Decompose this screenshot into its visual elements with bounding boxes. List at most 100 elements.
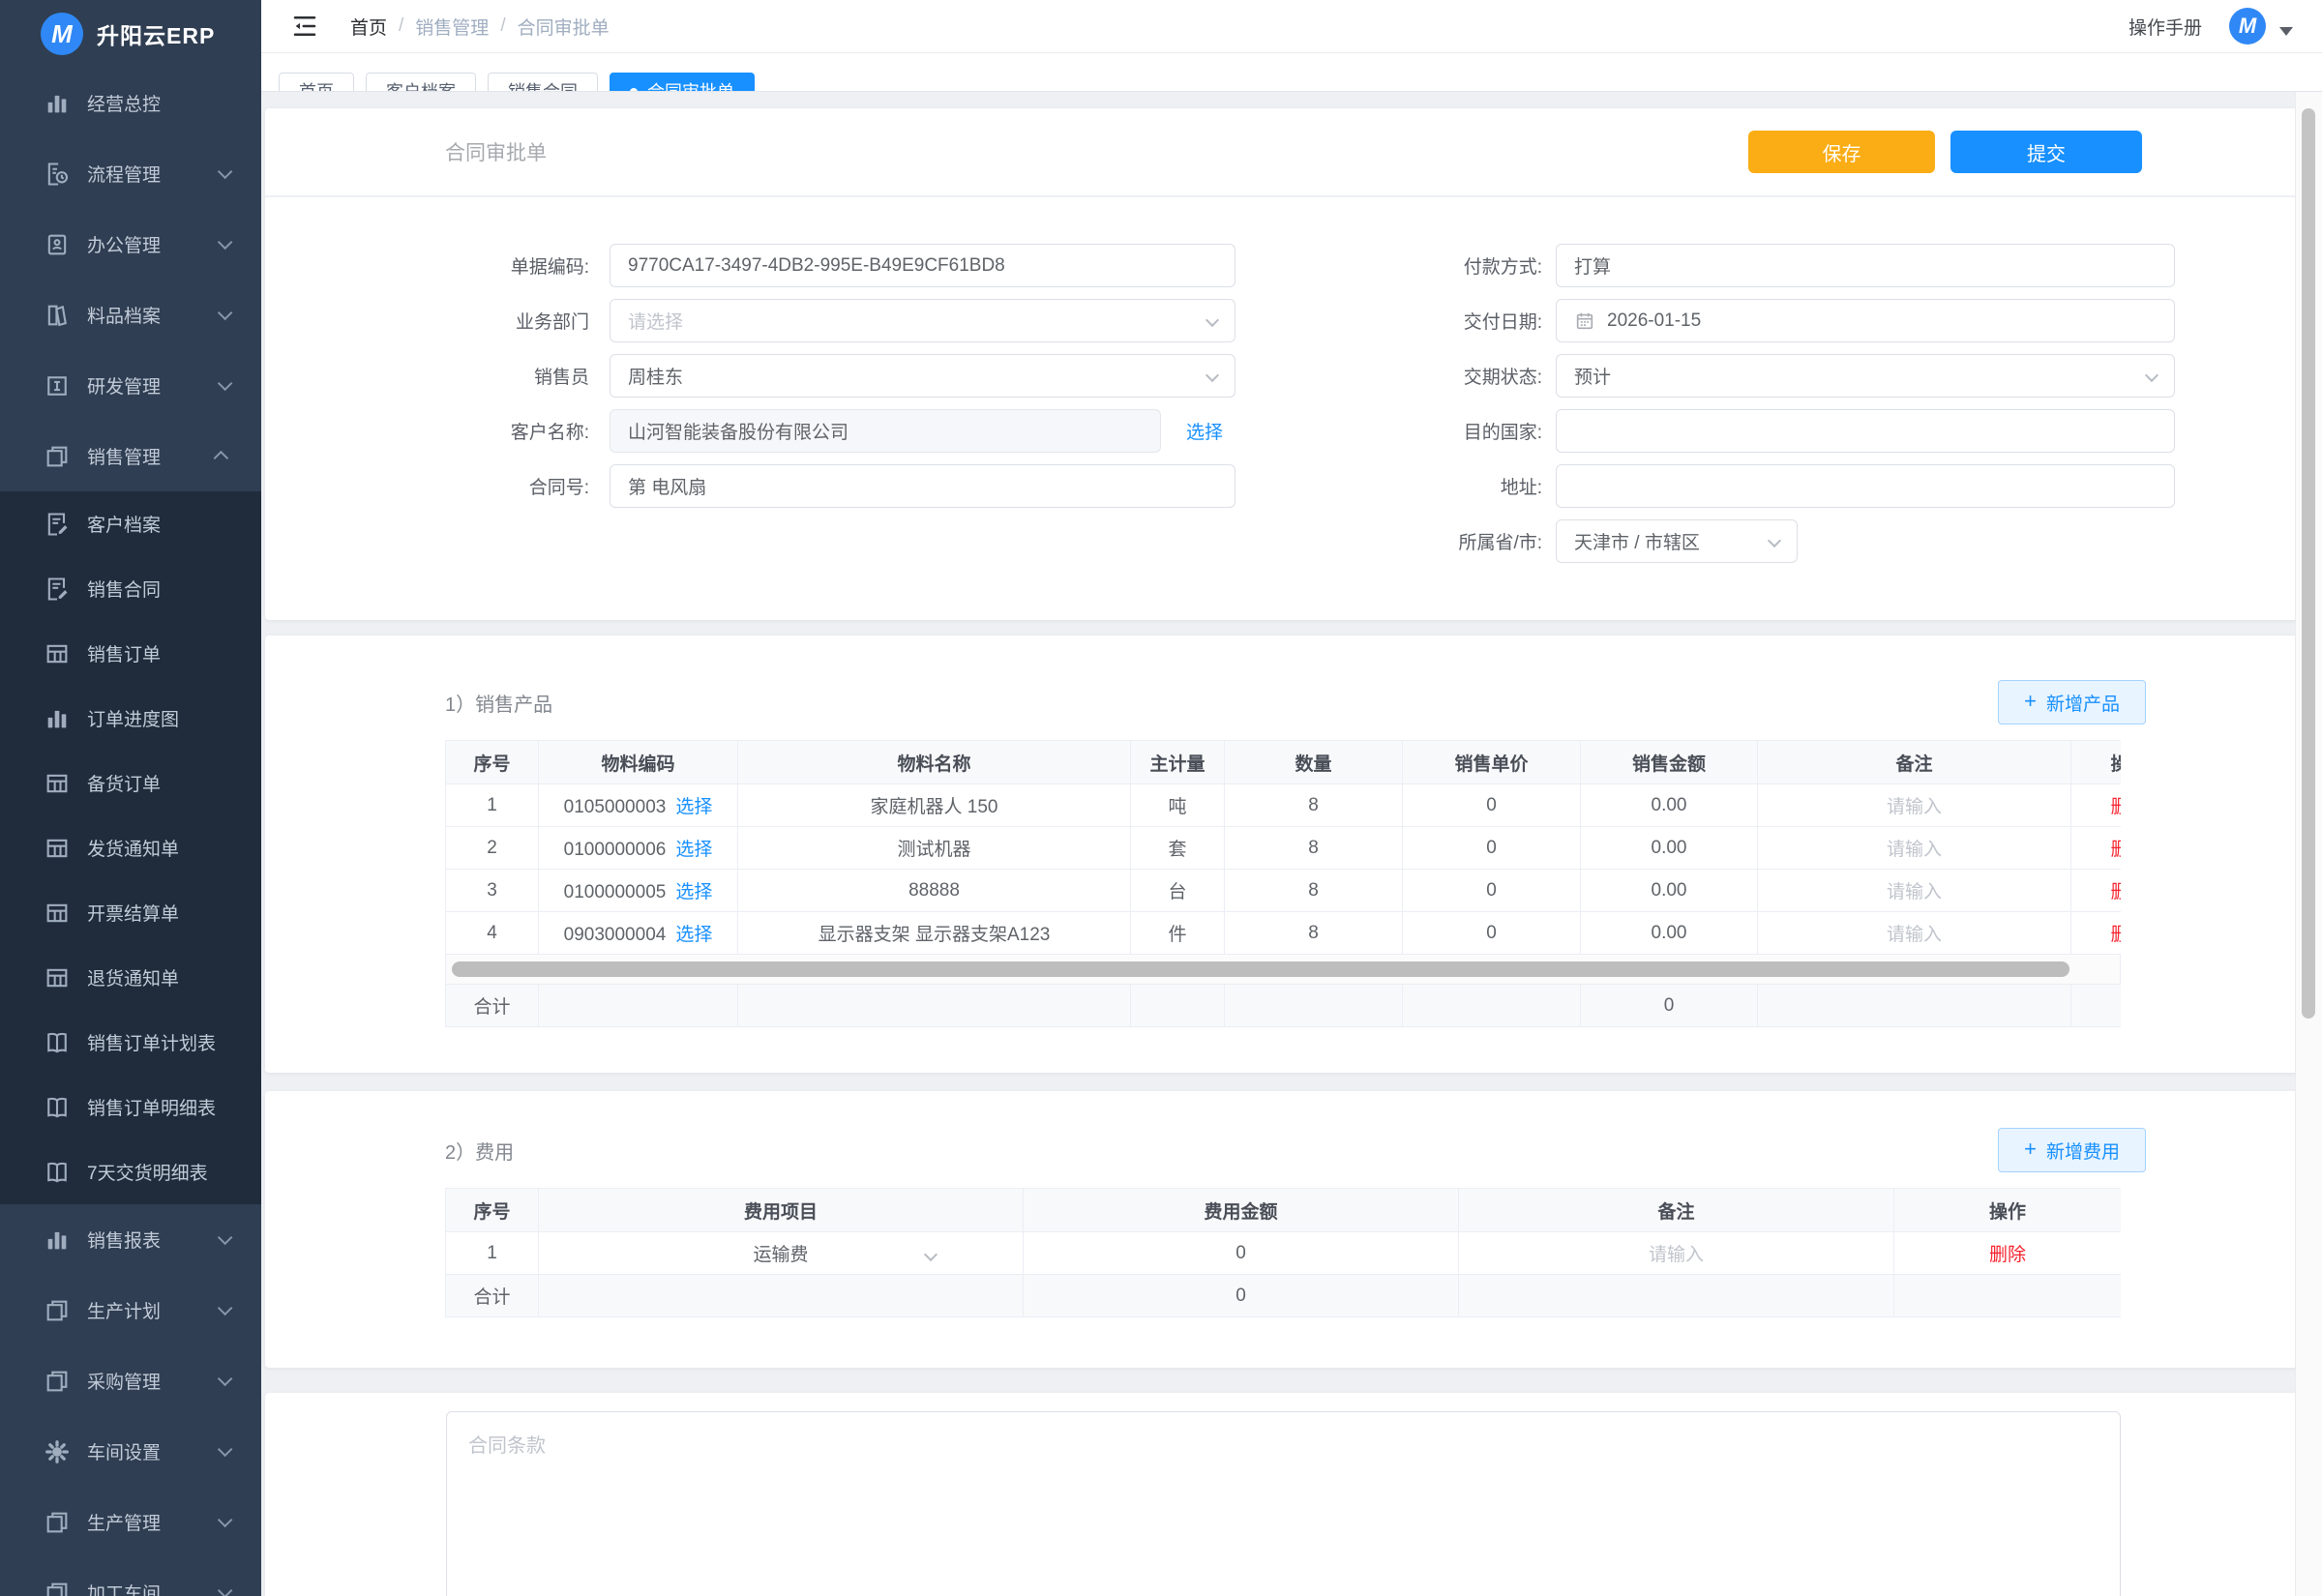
products-header: 1）销售产品 + 新增产品	[265, 635, 2316, 740]
delete-product-link[interactable]: 删除	[2071, 827, 2122, 870]
product-price[interactable]: 0	[1403, 870, 1581, 912]
products-card: 1）销售产品 + 新增产品 序号物料编码物料名称主计量数量销售单价销售金额备注操…	[265, 635, 2316, 1073]
delete-product-link[interactable]: 删除	[2071, 870, 2122, 912]
sidebar-item-5[interactable]: 销售管理	[0, 421, 261, 491]
product-qty[interactable]: 8	[1225, 870, 1403, 912]
tab-1[interactable]: 客户档案	[366, 73, 476, 92]
table-grid-icon	[44, 964, 71, 991]
input-field-right-3[interactable]	[1556, 409, 2175, 453]
product-note-input[interactable]: 请输入	[1758, 827, 2071, 870]
delete-fee-link[interactable]: 删除	[1894, 1232, 2122, 1275]
delete-product-link[interactable]: 删除	[2071, 784, 2122, 827]
add-product-button[interactable]: + 新增产品	[1998, 680, 2146, 724]
product-price[interactable]: 0	[1403, 912, 1581, 955]
sidebar-item-15[interactable]: 销售订单明细表	[0, 1075, 261, 1139]
sidebar-item-14[interactable]: 销售订单计划表	[0, 1010, 261, 1075]
input-field-right-1[interactable]: 2026-01-15	[1556, 299, 2175, 342]
product-note-input[interactable]: 请输入	[1758, 784, 2071, 827]
select-field-right-2[interactable]: 预计	[1556, 354, 2175, 398]
field-label: 单据编码:	[410, 252, 589, 279]
chart-bar-icon	[44, 705, 71, 732]
field-value: 天津市 / 市辖区	[1574, 528, 1700, 554]
input-field-left-4[interactable]: 第 电风扇	[610, 464, 1235, 508]
sidebar-item-4[interactable]: 研发管理	[0, 350, 261, 421]
submit-button[interactable]: 提交	[1950, 131, 2142, 173]
contract-terms-textarea[interactable]: 合同条款	[446, 1411, 2121, 1596]
fee-amount[interactable]: 0	[1024, 1232, 1459, 1275]
form-row: 合同号: 第 电风扇	[410, 464, 1235, 508]
select-field-right-5[interactable]: 天津市 / 市辖区	[1556, 519, 1798, 563]
select-field-left-2[interactable]: 周桂东	[610, 354, 1235, 398]
sidebar-item-16[interactable]: 7天交货明细表	[0, 1139, 261, 1204]
field-label: 所属省/市:	[1306, 528, 1542, 554]
tab-3[interactable]: 合同审批单	[610, 73, 755, 92]
product-qty[interactable]: 8	[1225, 912, 1403, 955]
breadcrumb-current: 合同审批单	[518, 14, 610, 40]
select-material-link[interactable]: 选择	[675, 797, 712, 817]
field-value: 打算	[1574, 252, 1611, 279]
sidebar-item-18[interactable]: 生产计划	[0, 1275, 261, 1345]
sidebar-item-21[interactable]: 生产管理	[0, 1487, 261, 1557]
chevron-down-icon	[218, 1301, 233, 1316]
select-field-left-1[interactable]: 请选择	[610, 299, 1235, 342]
table-grid-icon	[44, 640, 71, 667]
manual-link[interactable]: 操作手册	[2128, 14, 2202, 40]
open-book-icon	[44, 1159, 71, 1186]
tab-0[interactable]: 首页	[279, 73, 354, 92]
sidebar-item-label: 订单进度图	[87, 705, 179, 731]
sidebar-item-6[interactable]: 客户档案	[0, 491, 261, 556]
product-qty[interactable]: 8	[1225, 827, 1403, 870]
horizontal-scrollbar-thumb[interactable]	[452, 961, 2069, 977]
input-field-right-4[interactable]	[1556, 464, 2175, 508]
sidebar-item-10[interactable]: 备货订单	[0, 751, 261, 815]
user-avatar[interactable]: M	[2229, 8, 2266, 44]
chevron-down-icon	[218, 306, 233, 321]
sidebar-item-17[interactable]: 销售报表	[0, 1204, 261, 1275]
vertical-scrollbar-thumb[interactable]	[2302, 108, 2315, 1019]
save-button[interactable]: 保存	[1748, 131, 1935, 173]
sidebar-item-3[interactable]: 料品档案	[0, 280, 261, 350]
sidebar-item-22[interactable]: 加工车间	[0, 1557, 261, 1596]
products-col-header: 备注	[1758, 741, 2071, 784]
sidebar-item-7[interactable]: 销售合同	[0, 556, 261, 621]
select-material-link[interactable]: 选择	[675, 840, 712, 860]
breadcrumb-sales[interactable]: 销售管理	[415, 14, 489, 40]
tab-2[interactable]: 销售合同	[488, 73, 598, 92]
customer-pick-link[interactable]: 选择	[1186, 418, 1223, 444]
sidebar-item-0[interactable]: 经营总控	[0, 68, 261, 138]
input-field-left-3[interactable]: 山河智能装备股份有限公司	[610, 409, 1161, 453]
products-title: 1）销售产品	[445, 689, 552, 717]
sidebar-item-12[interactable]: 开票结算单	[0, 880, 261, 945]
input-field-right-0[interactable]: 打算	[1556, 244, 2175, 287]
user-caret-down-icon[interactable]	[2279, 27, 2293, 36]
fee-item-select[interactable]: 运输费	[539, 1232, 1024, 1275]
product-note-input[interactable]: 请输入	[1758, 870, 2071, 912]
add-fee-button[interactable]: + 新增费用	[1998, 1128, 2146, 1172]
product-qty[interactable]: 8	[1225, 784, 1403, 827]
sidebar-item-1[interactable]: 流程管理	[0, 138, 261, 209]
plus-icon: +	[2024, 689, 2037, 714]
product-price[interactable]: 0	[1403, 784, 1581, 827]
sidebar-item-8[interactable]: 销售订单	[0, 621, 261, 686]
delete-product-link[interactable]: 删除	[2071, 912, 2122, 955]
product-code: 0903000004选择	[539, 912, 738, 955]
sidebar-item-13[interactable]: 退货通知单	[0, 945, 261, 1010]
fee-note-input[interactable]: 请输入	[1459, 1232, 1894, 1275]
select-material-link[interactable]: 选择	[675, 925, 712, 945]
product-code: 0105000003选择	[539, 784, 738, 827]
input-field-left-0[interactable]: 9770CA17-3497-4DB2-995E-B49E9CF61BD8	[610, 244, 1235, 287]
select-material-link[interactable]: 选择	[675, 882, 712, 902]
sidebar-item-9[interactable]: 订单进度图	[0, 686, 261, 751]
product-price[interactable]: 0	[1403, 827, 1581, 870]
fees-total-row: 合计 0	[446, 1275, 2122, 1317]
sidebar-item-19[interactable]: 采购管理	[0, 1345, 261, 1416]
chevron-down-icon	[218, 1230, 233, 1246]
sidebar-item-2[interactable]: 办公管理	[0, 209, 261, 280]
menu-fold-icon[interactable]	[290, 12, 319, 41]
product-note-input[interactable]: 请输入	[1758, 912, 2071, 955]
breadcrumb-home[interactable]: 首页	[350, 14, 387, 40]
brand-logo-icon: M	[41, 13, 83, 55]
sidebar-item-20[interactable]: 车间设置	[0, 1416, 261, 1487]
sidebar-item-label: 采购管理	[87, 1368, 161, 1394]
sidebar-item-11[interactable]: 发货通知单	[0, 815, 261, 880]
